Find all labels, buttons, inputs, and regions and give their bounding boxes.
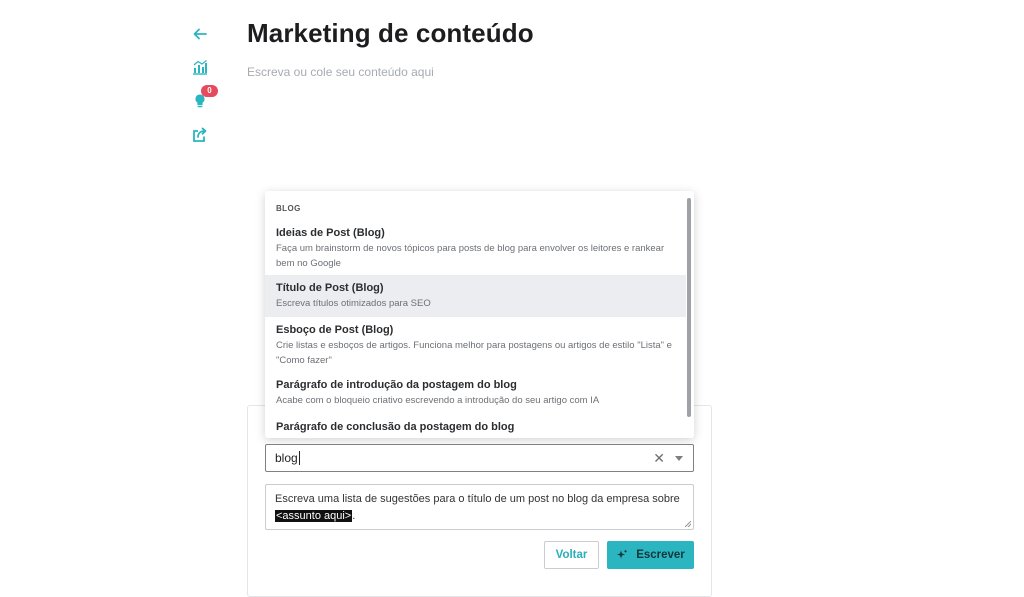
back-arrow-icon[interactable] [190,24,210,44]
prompt-text: Escreva uma lista de sugestões para o tí… [275,493,680,505]
menu-item-conclusao[interactable]: Parágrafo de conclusão da postagem do bl… [265,420,686,438]
menu-item-title: Parágrafo de conclusão da postagem do bl… [276,421,515,433]
resize-handle[interactable] [685,521,691,527]
menu-item-ideias-post[interactable]: Ideias de Post (Blog) Faça um brainstorm… [265,224,686,270]
menu-item-description: Crie listas e esboços de artigos. Funcio… [276,340,672,366]
page-title: Marketing de conteúdo [247,18,534,48]
close-icon[interactable]: ✕ [653,451,665,465]
notification-badge: 0 [201,85,218,97]
prompt-suffix: . [352,510,356,522]
menu-group-label: BLOG [276,204,301,213]
menu-item-description: Acabe com o bloqueio criativo escrevendo… [276,395,600,406]
write-button-label: Escrever [636,549,685,561]
write-button[interactable]: Escrever [607,541,694,569]
menu-item-description: Escreva títulos otimizados para SEO [276,298,431,309]
analytics-chart-icon[interactable] [190,57,210,77]
menu-item-title: Título de Post (Blog) [276,282,384,294]
template-dropdown-menu: BLOG Ideias de Post (Blog) Faça um brain… [265,191,694,438]
prompt-textarea[interactable]: Escreva uma lista de sugestões para o tí… [265,484,694,530]
template-search-select[interactable]: blog ✕ [265,444,694,472]
back-button[interactable]: Voltar [544,541,599,569]
editor-placeholder[interactable]: Escreva ou cole seu conteúdo aqui [247,65,434,79]
menu-item-titulo-post[interactable]: Título de Post (Blog) Escreva títulos ot… [265,275,686,317]
chevron-down-icon[interactable] [675,456,683,461]
menu-item-introducao[interactable]: Parágrafo de introdução da postagem do b… [265,378,686,410]
menu-item-title: Esboço de Post (Blog) [276,324,394,336]
sparkle-icon [617,549,628,559]
menu-scrollbar[interactable] [687,198,691,417]
prompt-placeholder-token: <assunto aqui> [275,510,353,522]
lightbulb-icon[interactable]: 0 [190,85,218,111]
text-caret [298,451,300,465]
select-value: blog [275,451,298,465]
menu-item-title: Ideias de Post (Blog) [276,227,385,239]
menu-item-esboco-post[interactable]: Esboço de Post (Blog) Crie listas e esbo… [265,322,686,368]
menu-item-title: Parágrafo de introdução da postagem do b… [276,379,517,391]
menu-item-description: Faça um brainstorm de novos tópicos para… [276,243,665,269]
share-export-icon[interactable] [190,125,210,145]
